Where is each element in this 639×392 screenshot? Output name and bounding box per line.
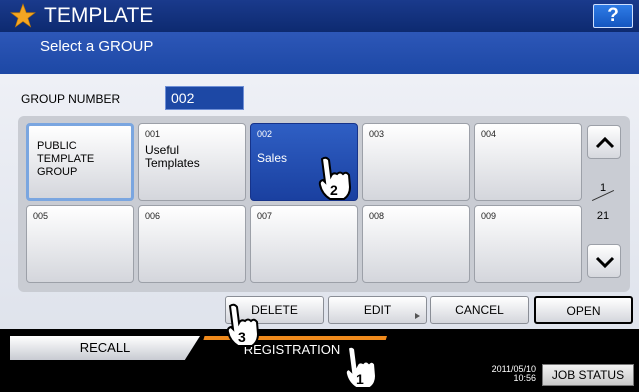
cancel-label: CANCEL	[455, 303, 504, 317]
group-tile-004[interactable]: 004	[474, 123, 582, 201]
job-status-button[interactable]: JOB STATUS	[542, 364, 634, 386]
callout-number: 2	[330, 182, 338, 198]
tile-number: 006	[145, 211, 161, 221]
group-tile-005[interactable]: 005	[26, 205, 134, 283]
cancel-button[interactable]: CANCEL	[430, 296, 529, 324]
pointing-hand-icon: 3	[226, 303, 260, 347]
group-tile-008[interactable]: 008	[362, 205, 470, 283]
tile-number: 009	[481, 211, 497, 221]
group-number-label: GROUP NUMBER	[21, 92, 121, 106]
tile-number: 007	[257, 211, 273, 221]
page-title: TEMPLATE	[44, 4, 154, 27]
chevron-down-icon	[595, 256, 615, 269]
group-tile-009[interactable]: 009	[474, 205, 582, 283]
time-text: 10:56	[513, 373, 536, 383]
pointing-hand-icon: 2	[318, 156, 352, 200]
group-tile-006[interactable]: 006	[138, 205, 246, 283]
group-number-field[interactable]: 002	[165, 86, 244, 110]
submenu-arrow-icon	[415, 313, 420, 319]
edit-button[interactable]: EDIT	[328, 296, 427, 324]
page-current: 1	[599, 182, 607, 194]
open-label: OPEN	[566, 304, 601, 318]
tile-number: 003	[369, 129, 385, 139]
open-button[interactable]: OPEN	[534, 296, 633, 324]
callout-number: 3	[238, 329, 246, 345]
page-total: 21	[596, 210, 610, 222]
star-icon	[10, 3, 36, 28]
group-tile-003[interactable]: 003	[362, 123, 470, 201]
page-subtitle: Select a GROUP	[0, 32, 639, 74]
edit-label: EDIT	[363, 303, 392, 317]
tile-name: PUBLIC TEMPLATE GROUP	[37, 140, 95, 178]
scroll-up-button[interactable]	[587, 125, 621, 159]
date-time: 2011/05/10 10:56	[482, 365, 536, 383]
tile-number: 004	[481, 129, 497, 139]
group-tile-public[interactable]: PUBLIC TEMPLATE GROUP	[26, 123, 134, 201]
group-tile-007[interactable]: 007	[250, 205, 358, 283]
tab-recall[interactable]: RECALL	[10, 336, 200, 360]
tile-number: 001	[145, 129, 161, 139]
group-tile-001[interactable]: 001 Useful Templates	[138, 123, 246, 201]
tile-number: 002	[257, 129, 273, 139]
callout-number: 1	[356, 371, 364, 387]
help-button[interactable]: ?	[593, 4, 633, 28]
tile-name: Useful Templates	[145, 143, 200, 170]
chevron-up-icon	[595, 136, 615, 149]
title-bar: TEMPLATE ?	[0, 0, 639, 32]
pointing-hand-icon: 1	[344, 345, 378, 389]
tile-number: 008	[369, 211, 385, 221]
tile-number: 005	[33, 211, 49, 221]
scroll-down-button[interactable]	[587, 244, 621, 278]
